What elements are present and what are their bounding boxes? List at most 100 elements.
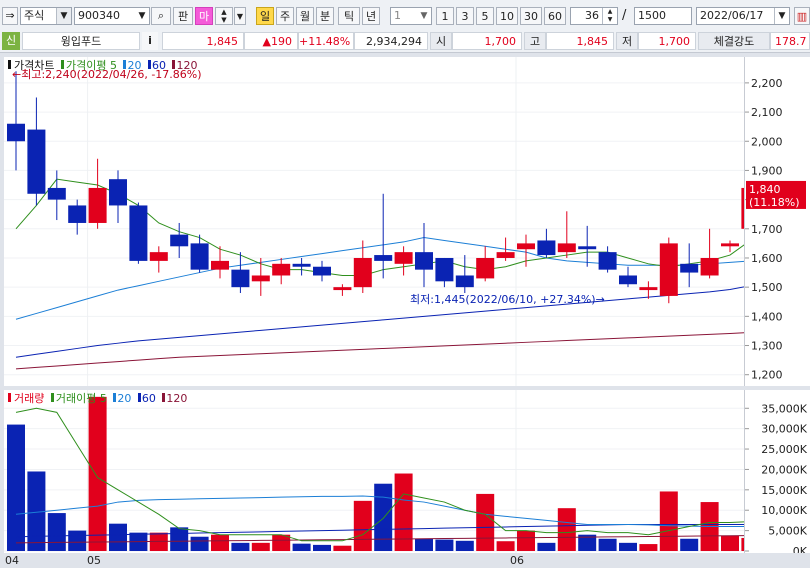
volume-bar-up xyxy=(272,534,291,551)
chevron-down-icon[interactable]: ▼ xyxy=(234,7,246,25)
price-ma120-label: 120 xyxy=(176,59,198,72)
volume-bar-down xyxy=(170,527,189,551)
chart-settings-icon[interactable]: ▥ xyxy=(794,7,810,25)
volume-chart xyxy=(4,390,744,553)
volume-bar-down xyxy=(455,540,474,551)
volume-tick-label: 5,000K xyxy=(768,525,807,538)
volume-bar-down xyxy=(598,538,617,551)
price-tick-label: 1,200 xyxy=(751,369,783,382)
tab-minute[interactable]: 분 xyxy=(316,7,334,25)
interval-preset-5[interactable]: 5 xyxy=(476,7,494,25)
updown-spinner-icon: ▲ ▼ xyxy=(602,8,617,24)
candle-up xyxy=(394,252,413,264)
date-input[interactable]: 2022/06/17 ▼ xyxy=(696,7,790,25)
price-tick-label: 1,900 xyxy=(751,164,783,177)
tab-yearly[interactable]: 년 xyxy=(362,7,380,25)
candle-down xyxy=(170,234,189,247)
market-type-select[interactable]: 주식 ▼ xyxy=(20,7,72,25)
tab-monthly[interactable]: 월 xyxy=(296,7,314,25)
last-price-pct: (11.18%) xyxy=(749,196,800,209)
candle-down xyxy=(537,240,556,256)
volume-chart-title: 거래량 xyxy=(14,392,45,405)
price-ma60-label: 60 xyxy=(151,59,166,72)
current-price: 1,845 xyxy=(162,32,244,50)
updown-spinner-icon[interactable]: ▲ ▼ xyxy=(215,7,233,25)
volume-bar-down xyxy=(374,483,393,551)
candle-up xyxy=(639,287,658,291)
legend-square-icon xyxy=(60,60,64,69)
menu-arrow-icon[interactable]: ⇒ xyxy=(2,7,18,25)
search-icon[interactable]: ⌕ xyxy=(151,7,171,25)
volume-bar-down xyxy=(619,542,637,551)
tab-tick[interactable]: 틱 xyxy=(338,7,360,25)
volume-bar-down xyxy=(190,536,209,551)
display-count-input[interactable]: 36 ▲ ▼ xyxy=(570,7,618,25)
chevron-down-icon: ▼ xyxy=(420,11,428,21)
low-label: 저 xyxy=(616,32,638,50)
legend-square-icon xyxy=(8,60,11,69)
stock-name-field: 윙입푸드 xyxy=(22,32,140,50)
price-ma120-line xyxy=(15,332,744,370)
price-axis: 1,2001,3001,4001,5001,6001,7001,8001,900… xyxy=(744,57,810,386)
candle-up xyxy=(333,287,352,291)
candle-down xyxy=(374,255,393,261)
volume-bar-up xyxy=(211,534,229,551)
volume-ma5-line xyxy=(15,407,744,542)
interval-preset-30[interactable]: 30 xyxy=(520,7,542,25)
interval-preset-1[interactable]: 1 xyxy=(436,7,454,25)
interval-value: 1 xyxy=(394,9,401,22)
volume-bar-up xyxy=(639,544,658,551)
candle-down xyxy=(27,129,46,194)
price-ma60-line xyxy=(15,286,744,358)
volume-bar-down xyxy=(415,538,433,551)
candle-down xyxy=(129,205,148,261)
candle-up xyxy=(251,275,270,282)
interval-preset-10[interactable]: 10 xyxy=(496,7,518,25)
candle-down xyxy=(292,263,311,267)
volume-tick-label: 10,000K xyxy=(761,504,807,517)
total-count-value: 1500 xyxy=(638,9,666,22)
board-button[interactable]: 판 xyxy=(173,7,193,25)
candle-up xyxy=(476,257,495,279)
tab-weekly[interactable]: 주 xyxy=(276,7,294,25)
volume-bar-down xyxy=(435,539,454,551)
interval-select[interactable]: 1 ▼ xyxy=(390,7,432,25)
volume-ma-label: 거래이평 xyxy=(55,392,97,405)
volume-ma120-label: 120 xyxy=(166,392,188,405)
volume-bar-down xyxy=(680,538,699,551)
legend-square-icon xyxy=(162,393,166,402)
legend-square-icon xyxy=(113,393,117,402)
volume-bar-up xyxy=(557,508,576,551)
candle-up xyxy=(700,257,719,276)
date-value: 2022/06/17 xyxy=(700,9,764,22)
volume-bar-up xyxy=(88,396,107,551)
open-label: 시 xyxy=(430,32,452,50)
candle-down xyxy=(455,275,474,288)
volume-chart-panel xyxy=(4,390,744,553)
volume-bar-up xyxy=(496,541,515,551)
volume-bar-down xyxy=(313,544,331,551)
price-tick-label: 1,400 xyxy=(751,310,783,323)
credit-badge: 신 xyxy=(2,32,20,50)
volume-bar-down xyxy=(47,513,66,551)
change-percent: +11.48% xyxy=(298,32,354,50)
volume-bar-down xyxy=(7,424,25,551)
info-icon[interactable]: i xyxy=(142,32,158,50)
tab-daily[interactable]: 일 xyxy=(256,7,274,25)
stock-code-input[interactable]: 900340 ▼ xyxy=(74,7,150,25)
strength-value: 178.7 xyxy=(770,32,810,50)
interval-preset-60[interactable]: 60 xyxy=(544,7,566,25)
candle-down xyxy=(231,269,250,288)
candle-up xyxy=(496,252,515,258)
margin-button[interactable]: 마 xyxy=(195,7,213,25)
candle-down xyxy=(415,252,433,270)
candle-down xyxy=(190,243,209,270)
candle-up xyxy=(721,243,739,247)
price-ma-label: 가격이평 xyxy=(65,59,107,72)
low-price: 1,700 xyxy=(638,32,696,50)
price-tick-label: 1,500 xyxy=(751,281,783,294)
candle-up xyxy=(659,243,678,296)
count-separator: / xyxy=(622,8,627,23)
interval-preset-3[interactable]: 3 xyxy=(456,7,474,25)
price-chart-panel: ←최고:2,240(2022/04/26, -17.86%) 최저:1,445(2… xyxy=(4,57,744,386)
